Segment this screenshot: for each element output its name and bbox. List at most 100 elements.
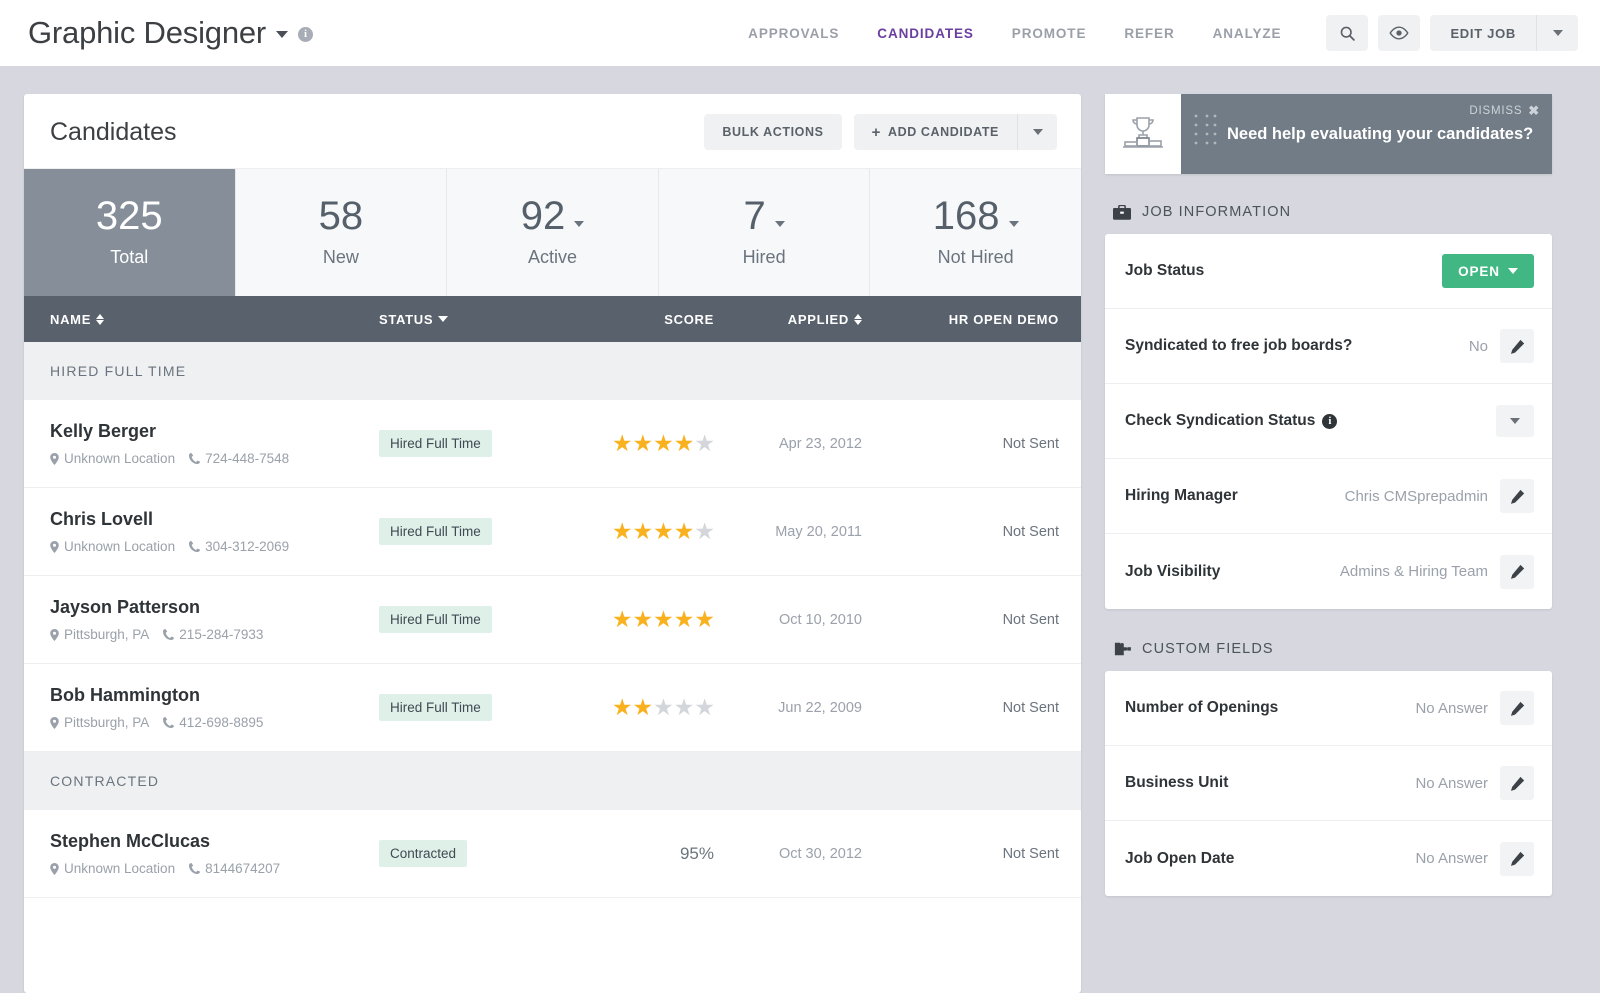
table-row[interactable]: Bob Hammington Pittsburgh, PA 412-698-88… xyxy=(24,664,1081,752)
add-candidate-button[interactable]: + ADD CANDIDATE xyxy=(854,114,1017,150)
chevron-down-icon[interactable] xyxy=(775,221,785,227)
edit-button[interactable] xyxy=(1500,555,1534,589)
app-header: Graphic Designer i APPROVALS CANDIDATES … xyxy=(0,0,1600,66)
stat-tile-new[interactable]: 58 New xyxy=(236,169,448,296)
column-header-status[interactable]: STATUS xyxy=(379,312,579,327)
edit-button[interactable] xyxy=(1500,842,1534,876)
sort-icon xyxy=(96,314,104,325)
candidate-name-cell: Chris Lovell Unknown Location 304-312-20… xyxy=(24,509,379,554)
star-rating[interactable]: ★★★★★ xyxy=(612,696,714,719)
candidates-title: Candidates xyxy=(50,118,176,147)
stat-tile-hired[interactable]: 7 Hired xyxy=(659,169,871,296)
candidate-name[interactable]: Stephen McClucas xyxy=(50,831,379,852)
phone-group: 412-698-8895 xyxy=(163,715,263,730)
briefcase-icon xyxy=(1113,205,1131,220)
candidate-name[interactable]: Bob Hammington xyxy=(50,685,379,706)
star-rating[interactable]: ★★★★★ xyxy=(612,608,714,631)
dismiss-button[interactable]: DISMISS ✖ xyxy=(1469,103,1540,119)
sort-icon xyxy=(854,314,862,325)
column-header-hr-open-demo: HR OPEN DEMO xyxy=(884,312,1081,327)
star-icon: ★ xyxy=(633,432,653,455)
candidate-name[interactable]: Kelly Berger xyxy=(50,421,379,442)
star-icon: ★ xyxy=(653,608,673,631)
row-value: Chris CMSprepadmin xyxy=(1345,488,1500,505)
candidate-phone: 412-698-8895 xyxy=(179,715,263,730)
stat-value: 7 xyxy=(743,195,765,237)
row-label: Job Visibility xyxy=(1125,563,1220,581)
nav-item-refer[interactable]: REFER xyxy=(1105,16,1193,51)
edit-button[interactable] xyxy=(1500,766,1534,800)
candidate-name[interactable]: Jayson Patterson xyxy=(50,597,379,618)
column-header-applied[interactable]: APPLIED xyxy=(714,312,884,327)
candidate-hr-open-demo: Not Sent xyxy=(884,700,1081,716)
table-row[interactable]: Kelly Berger Unknown Location 724-448-75… xyxy=(24,400,1081,488)
job-info-row-hiring-manager: Hiring Manager Chris CMSprepadmin xyxy=(1105,459,1552,534)
chevron-down-icon[interactable] xyxy=(1009,221,1019,227)
edit-button[interactable] xyxy=(1500,691,1534,725)
pencil-icon xyxy=(1510,339,1525,354)
star-rating[interactable]: ★★★★★ xyxy=(612,432,714,455)
preview-button[interactable] xyxy=(1378,15,1420,51)
status-badge: Hired Full Time xyxy=(379,694,492,721)
job-info-row-syndicated: Syndicated to free job boards? No xyxy=(1105,309,1552,384)
candidate-name[interactable]: Chris Lovell xyxy=(50,509,379,530)
candidate-status-cell: Hired Full Time xyxy=(379,694,579,721)
edit-button[interactable] xyxy=(1500,329,1534,363)
star-icon: ★ xyxy=(694,520,714,543)
row-label: Number of Openings xyxy=(1125,699,1278,717)
syndication-dropdown-button[interactable] xyxy=(1496,405,1534,437)
star-icon: ★ xyxy=(653,696,673,719)
column-header-name-label: NAME xyxy=(50,312,91,327)
row-value: No Answer xyxy=(1415,775,1500,792)
stat-tile-active[interactable]: 92 Active xyxy=(447,169,659,296)
row-label: Check Syndication Status i xyxy=(1125,412,1337,430)
stat-label: Hired xyxy=(659,247,870,268)
custom-field-row-job-open-date: Job Open Date No Answer xyxy=(1105,821,1552,896)
stat-tile-not-hired[interactable]: 168 Not Hired xyxy=(870,169,1081,296)
phone-icon xyxy=(189,541,200,552)
info-icon[interactable]: i xyxy=(298,27,313,42)
add-candidate-dropdown-button[interactable] xyxy=(1017,114,1057,150)
phone-group: 215-284-7933 xyxy=(163,627,263,642)
chevron-down-icon[interactable] xyxy=(574,221,584,227)
star-icon: ★ xyxy=(653,432,673,455)
nav-item-promote[interactable]: PROMOTE xyxy=(993,16,1106,51)
job-info-row-job-status: Job Status OPEN xyxy=(1105,234,1552,309)
phone-group: 724-448-7548 xyxy=(189,451,289,466)
nav-item-candidates[interactable]: CANDIDATES xyxy=(858,16,993,51)
table-row[interactable]: Chris Lovell Unknown Location 304-312-20… xyxy=(24,488,1081,576)
row-value: No Answer xyxy=(1415,700,1500,717)
phone-icon xyxy=(189,453,200,464)
phone-group: 304-312-2069 xyxy=(189,539,289,554)
edit-button[interactable] xyxy=(1500,479,1534,513)
pencil-icon xyxy=(1510,851,1525,866)
star-icon: ★ xyxy=(612,520,632,543)
map-pin-icon xyxy=(50,863,59,875)
edit-job-dropdown-button[interactable] xyxy=(1536,15,1578,51)
stat-label: Total xyxy=(24,247,235,268)
bulk-actions-button[interactable]: BULK ACTIONS xyxy=(704,114,841,150)
nav-item-approvals[interactable]: APPROVALS xyxy=(729,16,858,51)
table-row[interactable]: Stephen McClucas Unknown Location 814467… xyxy=(24,810,1081,898)
row-label-text: Check Syndication Status xyxy=(1125,412,1315,430)
info-icon[interactable]: i xyxy=(1322,414,1337,429)
search-button[interactable] xyxy=(1326,15,1368,51)
chevron-down-icon[interactable] xyxy=(276,31,288,38)
table-row[interactable]: Jayson Patterson Pittsburgh, PA 215-284-… xyxy=(24,576,1081,664)
nav-item-analyze[interactable]: ANALYZE xyxy=(1194,16,1301,51)
location-group: Unknown Location xyxy=(50,861,175,876)
row-value: No xyxy=(1469,338,1500,355)
column-header-name[interactable]: NAME xyxy=(24,312,379,327)
job-title-group[interactable]: Graphic Designer i xyxy=(28,15,313,51)
job-status-pill[interactable]: OPEN xyxy=(1442,254,1534,288)
edit-job-button[interactable]: EDIT JOB xyxy=(1430,15,1536,51)
group-header-contracted: CONTRACTED xyxy=(24,752,1081,810)
column-header-score: SCORE xyxy=(579,312,714,327)
status-badge: Contracted xyxy=(379,840,467,867)
promo-banner[interactable]: Need help evaluating your candidates? DI… xyxy=(1105,94,1552,174)
chevron-down-icon xyxy=(1508,268,1518,274)
candidates-card-header: Candidates BULK ACTIONS + ADD CANDIDATE xyxy=(24,94,1081,168)
star-rating[interactable]: ★★★★★ xyxy=(612,520,714,543)
candidate-status-cell: Contracted xyxy=(379,840,579,867)
stat-tile-total[interactable]: 325 Total xyxy=(24,169,236,296)
